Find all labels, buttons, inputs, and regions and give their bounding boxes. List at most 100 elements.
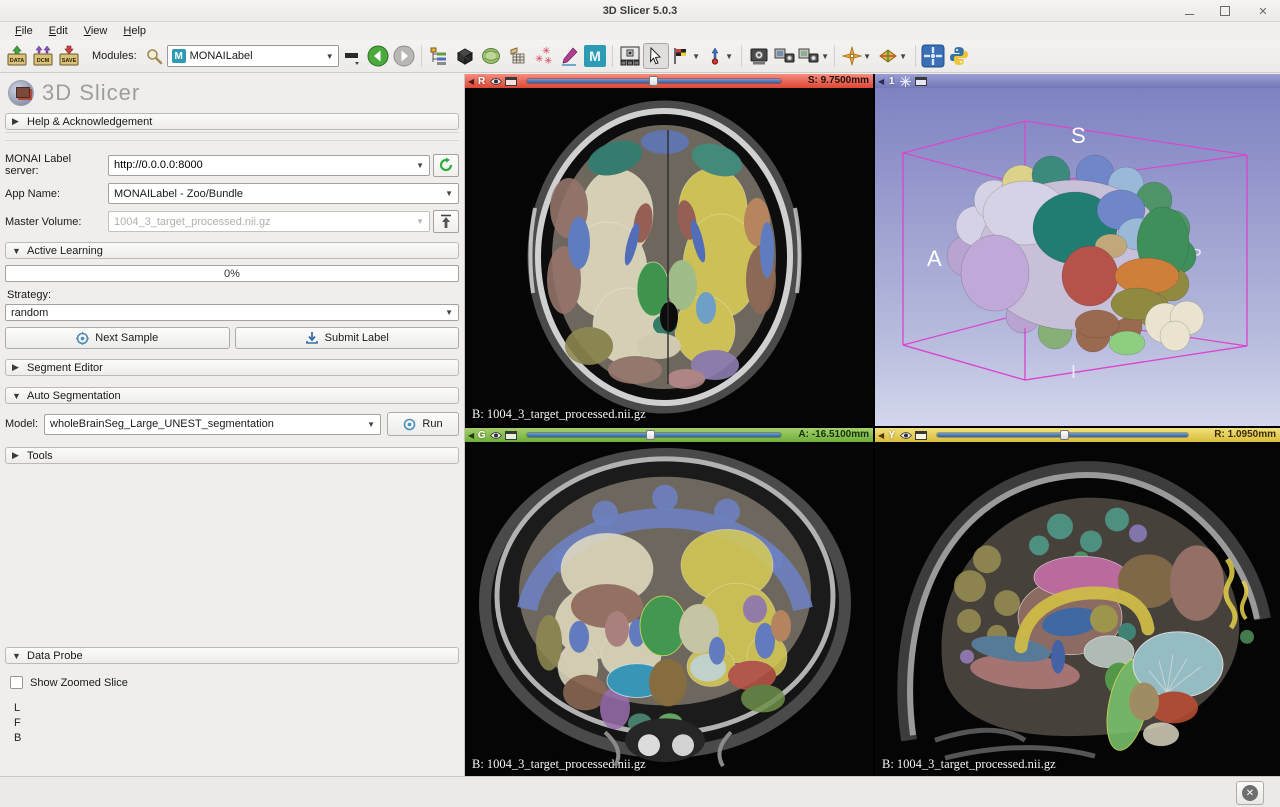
yellow-slice-viewport[interactable]: B: 1004_3_target_processed.nii.gz bbox=[875, 442, 1280, 776]
slice-intersection-icon[interactable]: ▼ bbox=[875, 43, 911, 69]
view-menu-icon[interactable] bbox=[505, 431, 517, 440]
next-sample-label: Next Sample bbox=[95, 332, 158, 344]
pin-icon[interactable]: ◀ bbox=[878, 431, 884, 440]
green-slice-controller: ◀ G A: -16.5100mm bbox=[465, 428, 873, 442]
pin-icon[interactable]: ◀ bbox=[878, 77, 884, 86]
probe-row-b: B bbox=[14, 731, 464, 746]
yellow-slice-slider[interactable] bbox=[937, 431, 1188, 439]
run-label: Run bbox=[422, 418, 442, 430]
app-name-combobox[interactable]: MONAILabel - Zoo/Bundle ▼ bbox=[108, 183, 459, 204]
models-icon[interactable] bbox=[478, 43, 504, 69]
server-input[interactable] bbox=[114, 159, 411, 171]
visibility-eye-icon[interactable] bbox=[899, 430, 912, 441]
tools-label: Tools bbox=[27, 450, 53, 462]
minimize-button[interactable] bbox=[1185, 8, 1194, 15]
layout-icon[interactable] bbox=[617, 43, 643, 69]
training-progress-bar: 0% bbox=[5, 265, 459, 282]
auto-segmentation-header[interactable]: ▼ Auto Segmentation bbox=[5, 387, 459, 404]
volumes-icon[interactable] bbox=[452, 43, 478, 69]
collapse-arrow-icon: ▶ bbox=[12, 450, 20, 461]
visibility-eye-icon[interactable] bbox=[489, 430, 502, 441]
red-slice-slider[interactable] bbox=[527, 77, 781, 85]
transforms-icon[interactable] bbox=[504, 43, 530, 69]
orientation-s-label: S bbox=[1071, 123, 1086, 148]
threed-viewport[interactable]: P bbox=[875, 88, 1280, 426]
green-slice-slider[interactable] bbox=[527, 431, 781, 439]
help-section-collapsed-body bbox=[5, 132, 459, 141]
restore-view-icon[interactable]: ▼ bbox=[798, 43, 830, 69]
data-probe-label: Data Probe bbox=[27, 650, 83, 662]
refresh-server-button[interactable] bbox=[433, 154, 459, 177]
modules-label: Modules: bbox=[92, 50, 137, 62]
extensions-icon[interactable] bbox=[920, 43, 946, 69]
module-selector-combobox[interactable]: M MONAILabel ▼ bbox=[167, 45, 339, 67]
view-menu-icon[interactable] bbox=[915, 431, 927, 440]
chevron-down-icon: ▼ bbox=[445, 308, 453, 317]
svg-text:✳: ✳ bbox=[535, 54, 543, 65]
menu-help[interactable]: Help bbox=[116, 24, 153, 38]
view-menu-icon[interactable] bbox=[915, 77, 927, 86]
help-section-header[interactable]: ▶ Help & Acknowledgement bbox=[5, 113, 459, 130]
pin-icon[interactable]: ◀ bbox=[468, 431, 474, 440]
cursor-icon[interactable] bbox=[643, 43, 669, 69]
submit-label-button[interactable]: Submit Label bbox=[235, 327, 460, 349]
scene-view-icon[interactable] bbox=[772, 43, 798, 69]
pin-icon[interactable]: ◀ bbox=[468, 77, 474, 86]
green-slice-viewport[interactable]: B: 1004_3_target_processed.nii.gz bbox=[465, 442, 873, 776]
center-view-icon[interactable] bbox=[899, 76, 912, 87]
subject-hierarchy-icon[interactable] bbox=[426, 43, 452, 69]
monailabel-module-icon: M bbox=[172, 49, 186, 63]
maximize-button[interactable] bbox=[1220, 6, 1230, 16]
run-button[interactable]: Run bbox=[387, 412, 459, 436]
menu-edit[interactable]: Edit bbox=[42, 24, 75, 38]
active-learning-header[interactable]: ▼ Active Learning bbox=[5, 242, 459, 259]
close-button[interactable]: ✕ bbox=[1256, 4, 1270, 18]
place-flag-icon[interactable]: ▼ bbox=[669, 43, 703, 69]
save-icon[interactable]: SAVE bbox=[56, 43, 82, 69]
server-combobox[interactable]: ▼ bbox=[108, 155, 430, 176]
error-log-button[interactable]: ✕ bbox=[1236, 781, 1264, 805]
module-forward-icon[interactable] bbox=[391, 43, 417, 69]
module-selected-label: MONAILabel bbox=[190, 50, 321, 62]
probe-row-l: L bbox=[14, 701, 464, 716]
module-history-icon[interactable] bbox=[339, 43, 365, 69]
next-sample-button[interactable]: Next Sample bbox=[5, 327, 230, 349]
load-data-icon[interactable]: DATA bbox=[4, 43, 30, 69]
strategy-combobox[interactable]: random ▼ bbox=[5, 304, 459, 321]
axial-brain-slice bbox=[465, 88, 873, 426]
yellow-slice-controller: ◀ Y R: 1.0950mm bbox=[875, 428, 1280, 442]
place-point-icon[interactable]: ▼ bbox=[703, 43, 737, 69]
show-zoomed-slice-checkbox[interactable] bbox=[10, 676, 23, 689]
monailabel-toolbar-icon[interactable]: M bbox=[582, 43, 608, 69]
markups-icon[interactable]: ✳✳✳ bbox=[530, 43, 556, 69]
crosshair-icon[interactable]: ▼ bbox=[839, 43, 875, 69]
python-console-icon[interactable] bbox=[946, 43, 972, 69]
data-probe-header[interactable]: ▼ Data Probe bbox=[5, 647, 459, 664]
red-slice-viewport[interactable]: B: 1004_3_target_processed.nii.gz bbox=[465, 88, 873, 426]
annotations-icon[interactable] bbox=[556, 43, 582, 69]
menu-file[interactable]: File bbox=[8, 24, 40, 38]
screenshot-icon[interactable] bbox=[746, 43, 772, 69]
view-menu-icon[interactable] bbox=[505, 77, 517, 86]
tools-header[interactable]: ▶ Tools bbox=[5, 447, 459, 464]
chevron-down-icon: ▼ bbox=[367, 420, 375, 429]
module-panel: 3D Slicer ▶ Help & Acknowledgement MONAI… bbox=[0, 74, 465, 776]
chevron-down-icon: ▼ bbox=[416, 217, 424, 226]
status-bar: ✕ bbox=[0, 776, 1280, 807]
load-dicom-icon[interactable]: DCM bbox=[30, 43, 56, 69]
chevron-down-icon[interactable]: ▼ bbox=[416, 161, 424, 170]
collapse-arrow-icon: ▶ bbox=[12, 116, 20, 127]
green-slice-offset: A: -16.5100mm bbox=[798, 429, 869, 440]
module-search-icon[interactable] bbox=[141, 43, 167, 69]
module-back-icon[interactable] bbox=[365, 43, 391, 69]
collapse-arrow-icon: ▼ bbox=[12, 246, 20, 256]
yellow-view-label: Y bbox=[887, 430, 896, 441]
menu-view[interactable]: View bbox=[77, 24, 115, 38]
segment-editor-header[interactable]: ▶ Segment Editor bbox=[5, 359, 459, 376]
model-combobox[interactable]: wholeBrainSeg_Large_UNEST_segmentation ▼ bbox=[44, 414, 381, 435]
model-value: wholeBrainSeg_Large_UNEST_segmentation bbox=[50, 418, 362, 430]
visibility-eye-icon[interactable] bbox=[489, 76, 502, 87]
probe-row-f: F bbox=[14, 716, 464, 731]
show-zoomed-slice-label: Show Zoomed Slice bbox=[30, 677, 128, 689]
upload-volume-button[interactable] bbox=[433, 210, 459, 233]
